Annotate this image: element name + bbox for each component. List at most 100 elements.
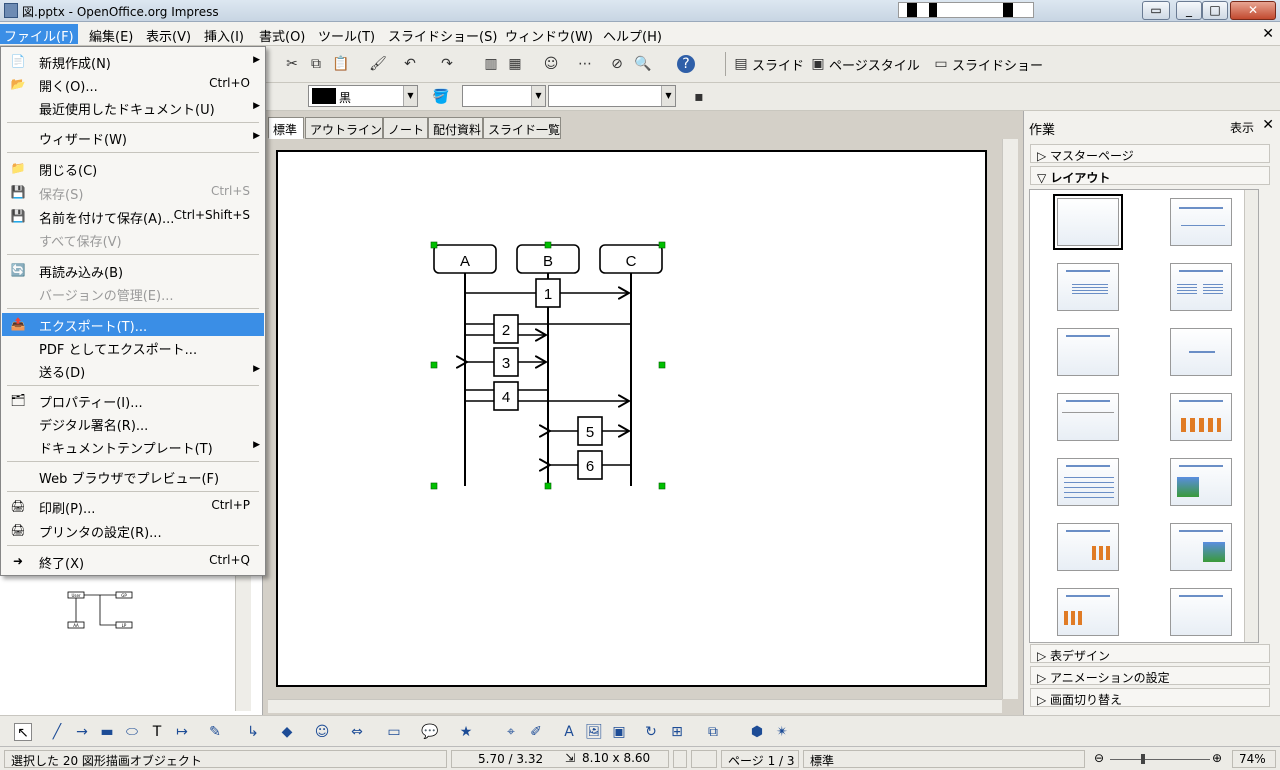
close-icon[interactable]: ✕ xyxy=(1262,117,1274,133)
restore-icon[interactable]: ▭ xyxy=(1142,1,1170,20)
ellipse-icon[interactable]: ⬭ xyxy=(123,723,141,741)
layout-title-clipart-text[interactable] xyxy=(1170,458,1232,506)
sequence-diagram[interactable]: A B C 1 2 3 4 5 6 xyxy=(420,235,680,500)
chart-icon[interactable]: ▥ xyxy=(482,55,500,73)
menu-file[interactable]: ファイル(F) xyxy=(0,24,78,45)
cut-icon[interactable]: ✂ xyxy=(283,55,301,73)
fontwork-icon[interactable]: ☺ xyxy=(542,55,560,73)
menu-item-save-as[interactable]: 💾 名前を付けて保存(A)... Ctrl+Shift+S xyxy=(2,205,264,228)
layout-title-text-chart[interactable] xyxy=(1057,523,1119,571)
menu-insert[interactable]: 挿入(I) xyxy=(204,26,244,45)
connector-icon[interactable]: ↦ xyxy=(173,723,191,741)
menu-item-export-pdf[interactable]: PDF としてエクスポート... xyxy=(2,336,264,359)
zoom-in-icon[interactable]: ⊕ xyxy=(1212,751,1222,765)
tab-handouts[interactable]: 配付資料 xyxy=(428,117,483,139)
zoom-icon[interactable]: 🔍 xyxy=(634,55,652,73)
section-layout[interactable]: ▽ レイアウト xyxy=(1030,166,1270,185)
menu-item-printer-settings[interactable]: 🖨 プリンタの設定(R)... xyxy=(2,519,264,542)
table-icon[interactable]: ▦ xyxy=(506,55,524,73)
status-zoom[interactable]: 74% xyxy=(1232,750,1276,768)
layout-title-object[interactable] xyxy=(1057,393,1119,441)
fontwork-gallery-icon[interactable]: A xyxy=(560,723,578,741)
slide-thumbnail-3[interactable]: User GP AA LP xyxy=(62,586,138,634)
gallery-icon[interactable]: ▣ xyxy=(610,723,628,741)
menu-item-reload[interactable]: 🔄 再読み込み(B) xyxy=(2,259,264,282)
stars-icon[interactable]: ★ xyxy=(457,723,475,741)
zoom-out-icon[interactable]: ⊖ xyxy=(1094,751,1104,765)
from-file-icon[interactable]: 🖼 xyxy=(585,723,603,741)
section-custom-animation[interactable]: ▷ アニメーションの設定 xyxy=(1030,666,1270,685)
close-document-icon[interactable]: ✕ xyxy=(1262,26,1274,42)
redo-icon[interactable]: ↷ xyxy=(438,55,456,73)
menu-format[interactable]: 書式(O) xyxy=(259,26,305,45)
menu-item-close[interactable]: 📁 閉じる(C) xyxy=(2,157,264,180)
paste-icon[interactable]: 📋 xyxy=(332,55,350,73)
navigator-icon[interactable]: ⊘ xyxy=(608,55,626,73)
flowchart-icon[interactable]: ▭ xyxy=(385,723,403,741)
tab-slide-sorter[interactable]: スライド一覧 xyxy=(483,117,561,139)
menu-item-web-preview[interactable]: Web ブラウザでプレビュー(F) xyxy=(2,465,264,488)
block-arrows-icon[interactable]: ⇔ xyxy=(348,723,366,741)
tab-outline[interactable]: アウトライン xyxy=(305,117,383,139)
menu-slideshow[interactable]: スライドショー(S) xyxy=(388,26,497,45)
tab-normal[interactable]: 標準 xyxy=(268,117,304,139)
shadow-icon[interactable]: ▪ xyxy=(690,88,708,106)
section-master-pages[interactable]: ▷ マスターページ xyxy=(1030,144,1270,163)
chevron-down-icon[interactable]: ▼ xyxy=(661,86,675,106)
canvas-horizontal-scrollbar[interactable] xyxy=(268,699,1002,713)
menu-tools[interactable]: ツール(T) xyxy=(318,26,375,45)
line-color-select[interactable]: 黒 ▼ xyxy=(308,85,418,107)
layout-title-2-text[interactable] xyxy=(1170,263,1232,311)
menu-item-recent[interactable]: 最近使用したドキュメント(U) ▶ xyxy=(2,96,264,119)
selection-handle[interactable] xyxy=(430,361,438,369)
layout-title-content[interactable] xyxy=(1170,198,1232,246)
chevron-down-icon[interactable]: ▼ xyxy=(531,86,545,106)
rotate-icon[interactable]: ↻ xyxy=(642,723,660,741)
curve-icon[interactable]: ✎ xyxy=(206,723,224,741)
points-icon[interactable]: ⌖ xyxy=(502,723,520,741)
layout-centered-text[interactable] xyxy=(1170,328,1232,376)
maximize-button[interactable]: □ xyxy=(1202,1,1228,20)
menu-item-print[interactable]: 🖨 印刷(P)... Ctrl+P xyxy=(2,495,264,518)
arrow-line-icon[interactable]: → xyxy=(73,723,91,741)
layout-title-only[interactable] xyxy=(1057,328,1119,376)
menu-item-digital-signature[interactable]: デジタル署名(R)... xyxy=(2,412,264,435)
copy-icon[interactable]: ⧉ xyxy=(307,55,325,73)
chevron-down-icon[interactable]: ▼ xyxy=(403,86,417,106)
menu-item-save-all[interactable]: すべて保存(V) xyxy=(2,228,264,251)
menu-item-versions[interactable]: バージョンの管理(E)... xyxy=(2,282,264,305)
zoom-slider-thumb[interactable] xyxy=(1141,754,1145,764)
close-button[interactable]: ✕ xyxy=(1230,1,1276,20)
glue-points-icon[interactable]: ✐ xyxy=(527,723,545,741)
layout-title-chart[interactable] xyxy=(1170,393,1232,441)
menu-item-new[interactable]: 📄 新規作成(N) ▶ xyxy=(2,50,264,73)
task-pane-view-menu[interactable]: 表示 xyxy=(1230,119,1254,136)
help-icon[interactable]: ? xyxy=(677,55,695,73)
interaction-icon[interactable]: ✴ xyxy=(773,723,791,741)
line-icon[interactable]: ╱ xyxy=(48,723,66,741)
layout-title-text-object[interactable] xyxy=(1170,588,1232,636)
layout-gallery-scrollbar[interactable] xyxy=(1244,190,1258,642)
menu-item-templates[interactable]: ドキュメントテンプレート(T) ▶ xyxy=(2,435,264,458)
minimize-button[interactable]: _ xyxy=(1176,1,1202,20)
extrusion-icon[interactable]: ⬢ xyxy=(748,723,766,741)
rectangle-icon[interactable]: ▬ xyxy=(98,723,116,741)
zoom-slider[interactable] xyxy=(1110,759,1210,760)
selection-handle[interactable] xyxy=(430,482,438,490)
section-slide-transition[interactable]: ▷ 画面切り替え xyxy=(1030,688,1270,707)
menu-item-open[interactable]: 📂 開く(O)... Ctrl+O xyxy=(2,73,264,96)
menu-item-export[interactable]: 📤 エクスポート(T)... xyxy=(2,313,264,336)
section-table-design[interactable]: ▷ 表デザイン xyxy=(1030,644,1270,663)
selection-handle[interactable] xyxy=(430,241,438,249)
symbol-shapes-icon[interactable]: ☺ xyxy=(313,723,331,741)
selection-handle[interactable] xyxy=(544,482,552,490)
slideshow-button[interactable]: スライドショー xyxy=(952,55,1043,74)
menu-window[interactable]: ウィンドウ(W) xyxy=(505,26,593,45)
area-style-select[interactable]: ▼ xyxy=(462,85,546,107)
layout-title-text-clipart[interactable] xyxy=(1170,523,1232,571)
menu-item-wizard[interactable]: ウィザード(W) ▶ xyxy=(2,126,264,149)
menu-view[interactable]: 表示(V) xyxy=(146,26,191,45)
select-arrow-icon[interactable]: ↖ xyxy=(14,723,32,741)
selection-handle[interactable] xyxy=(658,241,666,249)
selection-handle[interactable] xyxy=(544,241,552,249)
